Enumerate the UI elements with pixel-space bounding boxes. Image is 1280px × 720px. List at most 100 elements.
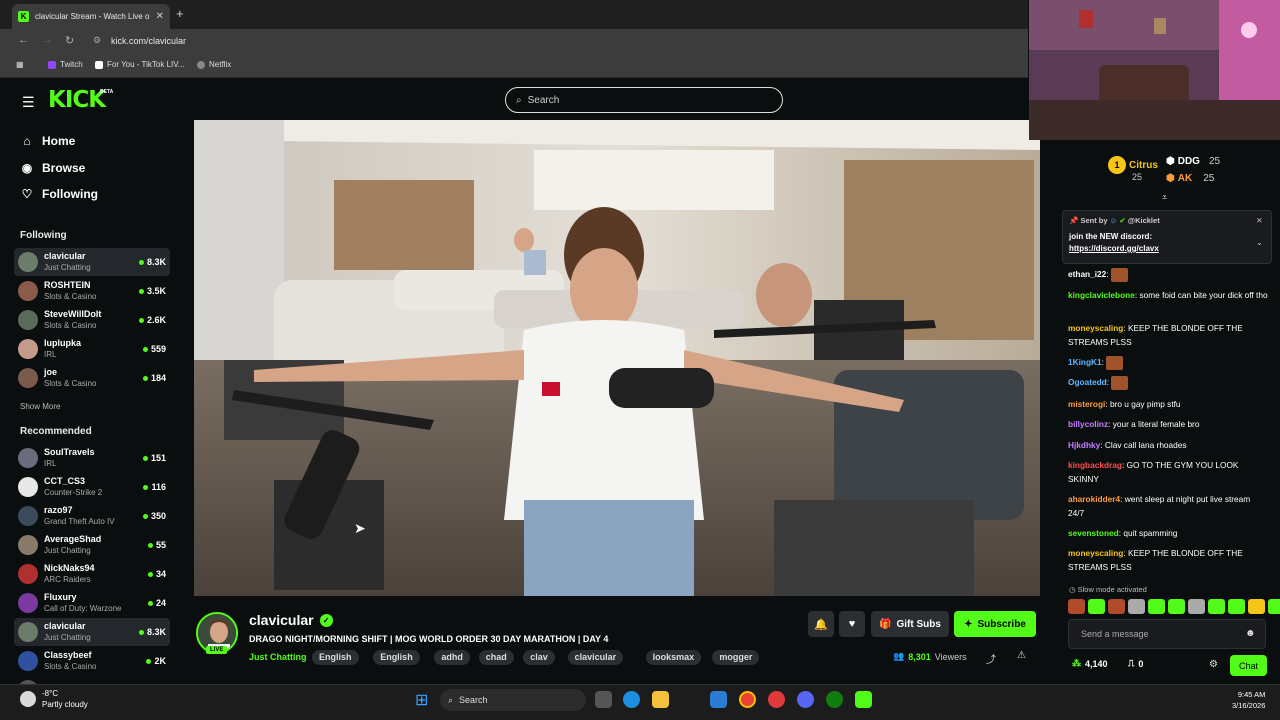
system-clock[interactable]: 9:45 AM 3/16/2026 [1232, 689, 1265, 711]
taskbar-search[interactable]: ⌕ Search [440, 689, 586, 711]
file-explorer-icon[interactable] [652, 691, 669, 708]
collapse-icon[interactable]: ⩡ [1162, 192, 1167, 203]
chat-username[interactable]: aharokidder4 [1068, 494, 1120, 504]
category-link[interactable]: Just Chatting [249, 652, 307, 662]
browser-tab[interactable]: K clavicular Stream - Watch Live o ✕ [12, 4, 170, 29]
bookmark-twitch[interactable]: Twitch [48, 60, 83, 69]
emote-icon[interactable] [1068, 599, 1085, 614]
chat-username[interactable]: misterogi [1068, 399, 1105, 409]
chevron-down-icon[interactable]: ⌄ [1256, 238, 1263, 247]
chat-message[interactable]: sevenstoned: quit spamming [1068, 526, 1268, 540]
sidebar-channel-roshtein[interactable]: ROSHTEIN Slots & Casino 3.5K [14, 277, 170, 305]
stream-tag[interactable]: looksmax [645, 650, 702, 665]
pinned-link[interactable]: https://discord.gg/clavx [1069, 244, 1159, 253]
sidebar-channel-joe[interactable]: joe Slots & Casino 184 [14, 364, 170, 392]
xbox-icon[interactable] [826, 691, 843, 708]
forward-icon[interactable]: → [42, 34, 53, 46]
chat-message[interactable]: billycolinz: your a literal female bro [1068, 417, 1268, 431]
kick-app-icon[interactable] [855, 691, 872, 708]
sidebar-channel-classybeef[interactable]: Classybeef Slots & Casino 2K [14, 647, 170, 675]
chat-message[interactable]: Ogoatedd: [1068, 375, 1268, 390]
emote-icon[interactable] [1148, 599, 1165, 614]
chat-message[interactable]: moneyscaling: KEEP THE BLONDE OFF THE ST… [1068, 546, 1268, 574]
chat-message[interactable]: moneyscaling: KEEP THE BLONDE OFF THE ST… [1068, 321, 1268, 349]
show-more-link[interactable]: Show More [20, 402, 60, 411]
share-icon[interactable]: ⤴ [986, 651, 996, 666]
chat-username[interactable]: 1KingK1 [1068, 357, 1102, 367]
back-icon[interactable]: ← [18, 34, 29, 46]
emoji-icon[interactable]: ☻ [1245, 628, 1256, 639]
report-icon[interactable]: ⚠ [1017, 650, 1026, 661]
gift-subs-button[interactable]: 🎁 Gift Subs [871, 611, 949, 637]
edge-icon[interactable] [623, 691, 640, 708]
stream-tag[interactable]: adhd [434, 650, 470, 665]
app-icon[interactable] [768, 691, 785, 708]
sidebar-channel-stevewilldoit[interactable]: SteveWillDoIt Slots & Casino 2.6K [14, 306, 170, 334]
sidebar-channel-razo97[interactable]: razo97 Grand Theft Auto IV 350 [14, 502, 170, 530]
windows-start-icon[interactable]: ⊞ [415, 690, 428, 710]
stream-tag[interactable]: chad [478, 650, 514, 665]
emote-icon[interactable] [1188, 599, 1205, 614]
pinned-message[interactable]: 📌 Sent by ☺ ✔ @Kicklet join the NEW disc… [1062, 210, 1272, 264]
outlook-icon[interactable] [710, 691, 727, 708]
new-tab-button[interactable]: + [176, 6, 184, 21]
notification-bell-button[interactable]: 🔔 [808, 611, 834, 637]
site-info-icon[interactable]: ⚙ [93, 35, 101, 46]
sidebar-channel-luplupka[interactable]: luplupka IRL 559 [14, 335, 170, 363]
stream-tag[interactable]: English [312, 650, 359, 665]
chat-username[interactable]: moneyscaling [1068, 323, 1123, 333]
tab-close-icon[interactable]: ✕ [156, 11, 164, 22]
task-view-icon[interactable] [595, 691, 612, 708]
gift-count[interactable]: ⎍ 0 [1128, 658, 1143, 669]
stream-tag[interactable]: mogger [712, 650, 760, 665]
channel-name[interactable]: clavicular ✓ [249, 612, 333, 628]
sidebar-channel-clavicular[interactable]: clavicular Just Chatting 8.3K [14, 618, 170, 646]
bookmark-netflix[interactable]: Netflix [197, 60, 231, 69]
sidebar-channel-cct_cs3[interactable]: CCT_CS3 Counter-Strike 2 116 [14, 473, 170, 501]
emote-icon[interactable] [1108, 599, 1125, 614]
emote-icon[interactable] [1228, 599, 1245, 614]
subscribe-button[interactable]: ✦ Subscribe [954, 611, 1036, 637]
chat-message[interactable]: kingbackdrag: GO TO THE GYM YOU LOOK SKI… [1068, 458, 1268, 486]
chat-username[interactable]: kingclaviclebone [1068, 290, 1135, 300]
chat-message[interactable]: aharokidder4: went sleep at night put li… [1068, 492, 1268, 520]
emote-icon[interactable] [1168, 599, 1185, 614]
chat-message[interactable]: kingclaviclebone: some foid can bite you… [1068, 288, 1268, 302]
url-field[interactable]: kick.com/clavicular [111, 36, 186, 46]
apps-grid-icon[interactable]: ▦ [16, 60, 24, 69]
settings-gear-icon[interactable]: ⚙ [1209, 659, 1218, 670]
sidebar-channel-soultravels[interactable]: SoulTravels IRL 151 [14, 444, 170, 472]
reload-icon[interactable]: ↻ [65, 34, 74, 47]
chat-message[interactable]: ethan_i22: [1068, 267, 1268, 282]
nav-home[interactable]: ⌂ Home [20, 134, 75, 148]
chat-username[interactable]: moneyscaling [1068, 548, 1123, 558]
chat-username[interactable]: billycolinz [1068, 419, 1108, 429]
chat-username[interactable]: Hjkdhky [1068, 440, 1100, 450]
stream-tag[interactable]: clav [523, 650, 555, 665]
nav-following[interactable]: ♡ Following [20, 187, 98, 201]
chrome-icon[interactable] [739, 691, 756, 708]
chat-username[interactable]: ethan_i22 [1068, 269, 1106, 279]
chat-message[interactable]: misterogi: bro u gay pimp stfu [1068, 397, 1268, 411]
nav-browse[interactable]: ◉ Browse [20, 161, 86, 175]
discord-icon[interactable] [797, 691, 814, 708]
sidebar-channel-nicknaks94[interactable]: NickNaks94 ARC Raiders 34 [14, 560, 170, 588]
unpin-icon[interactable]: ⨯ [1256, 216, 1263, 225]
weather-widget[interactable]: -8°C Partly cloudy [20, 688, 88, 710]
stream-tag[interactable]: clavicular [567, 650, 624, 665]
emote-icon[interactable] [1248, 599, 1265, 614]
stream-tag[interactable]: English [373, 650, 420, 665]
video-player[interactable] [194, 120, 1040, 596]
follow-heart-button[interactable]: ♥ [839, 611, 865, 637]
kick-logo[interactable]: KICK [48, 87, 106, 113]
bookmark-tiktok[interactable]: For You - TikTok LIV... [95, 60, 185, 69]
chat-input[interactable]: Send a message [1068, 619, 1266, 649]
chat-username[interactable]: kingbackdrag [1068, 460, 1122, 470]
chat-username[interactable]: sevenstoned [1068, 528, 1119, 538]
chat-message[interactable]: 1KingK1: [1068, 355, 1268, 370]
emote-icon[interactable] [1268, 599, 1280, 614]
chat-message[interactable]: Hjkdhky: Clav call lana rhoades [1068, 438, 1268, 452]
chat-send-button[interactable]: Chat [1230, 655, 1267, 676]
search-input[interactable]: ⌕ Search [505, 87, 783, 113]
emote-icon[interactable] [1128, 599, 1145, 614]
